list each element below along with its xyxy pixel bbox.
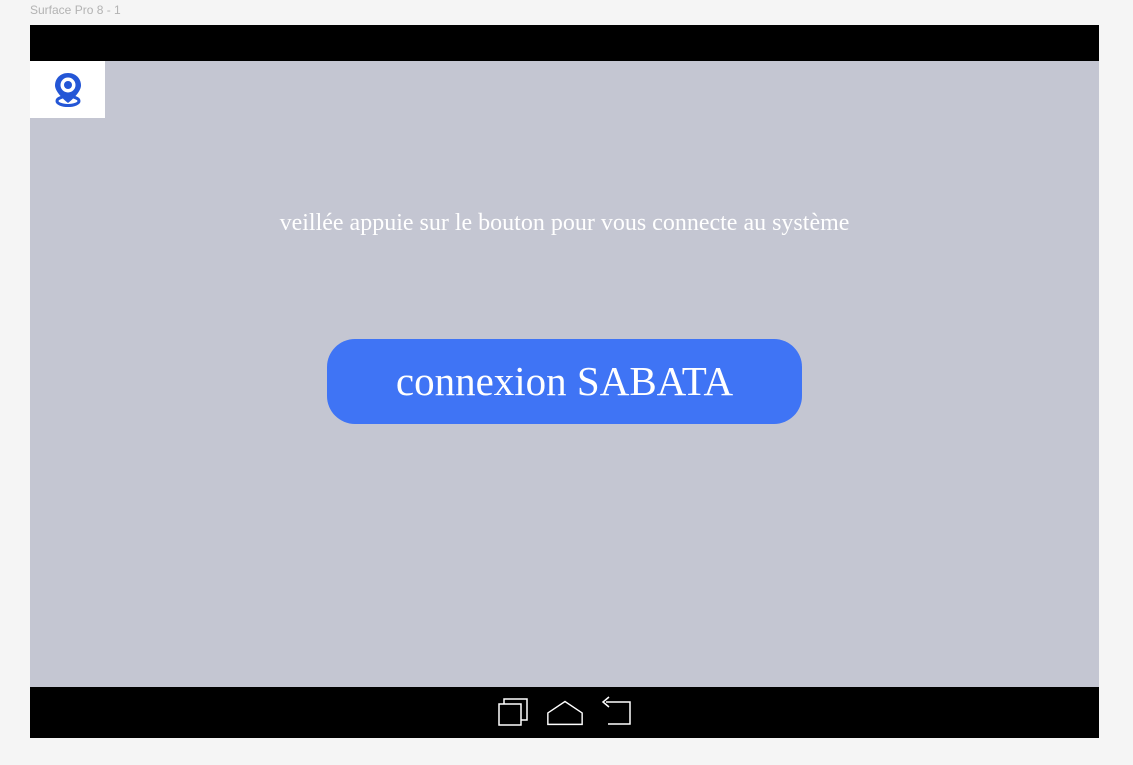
back-icon xyxy=(601,696,631,725)
recent-apps-button[interactable] xyxy=(495,695,535,729)
navigation-bar xyxy=(30,687,1099,738)
recent-apps-icon xyxy=(498,698,528,726)
app-logo xyxy=(30,61,105,118)
status-bar xyxy=(30,25,1099,61)
back-button[interactable] xyxy=(595,695,635,729)
home-button[interactable] xyxy=(545,695,585,729)
instruction-text: veillée appuie sur le bouton pour vous c… xyxy=(279,210,850,236)
map-pin-icon xyxy=(54,72,81,107)
connect-sabata-button[interactable]: connexion SABATA xyxy=(327,339,802,424)
home-icon xyxy=(547,700,583,726)
device-screen: veillée appuie sur le bouton pour vous c… xyxy=(30,25,1099,738)
frame-label: Surface Pro 8 - 1 xyxy=(30,3,121,17)
